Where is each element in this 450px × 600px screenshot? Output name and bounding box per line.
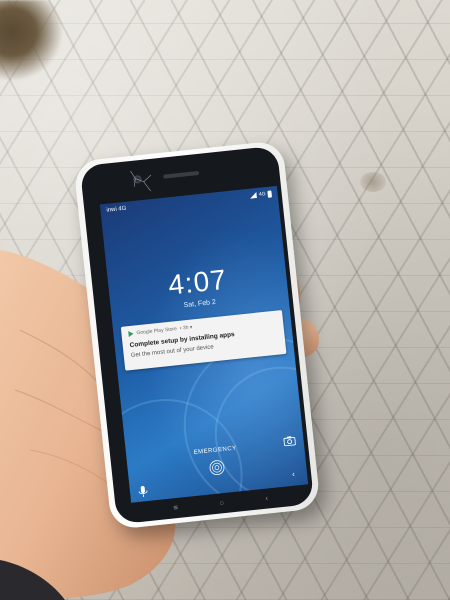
notification-header: Google Play Store • 3h ▾ xyxy=(128,324,193,338)
screen-crack xyxy=(130,170,152,192)
phone-front-panel: inwi 4G 4G 4:07 Sat, Feb 2 Google Play S… xyxy=(79,145,315,525)
back-chevron-icon[interactable]: ‹ xyxy=(292,470,296,479)
carrier-name: inwi 4G xyxy=(106,205,127,214)
network-type: 4G xyxy=(258,191,266,198)
notification-meta: • 3h ▾ xyxy=(179,324,193,332)
lock-screen[interactable]: inwi 4G 4G 4:07 Sat, Feb 2 Google Play S… xyxy=(99,185,309,503)
camera-icon[interactable] xyxy=(283,435,296,447)
notification-app: Google Play Store xyxy=(136,326,178,337)
status-icons: 4G xyxy=(249,186,272,202)
earpiece-speaker xyxy=(163,170,200,179)
battery-icon xyxy=(267,189,272,198)
microphone-icon[interactable] xyxy=(137,485,148,498)
back-icon[interactable]: ‹ xyxy=(265,493,269,502)
menu-icon[interactable]: ≡ xyxy=(173,502,179,511)
play-store-icon xyxy=(128,330,134,338)
fingerprint-icon[interactable] xyxy=(208,459,226,477)
wifi-signal-icon xyxy=(250,191,258,199)
smartphone: inwi 4G 4G 4:07 Sat, Feb 2 Google Play S… xyxy=(73,140,321,530)
home-icon[interactable]: ○ xyxy=(219,498,225,507)
